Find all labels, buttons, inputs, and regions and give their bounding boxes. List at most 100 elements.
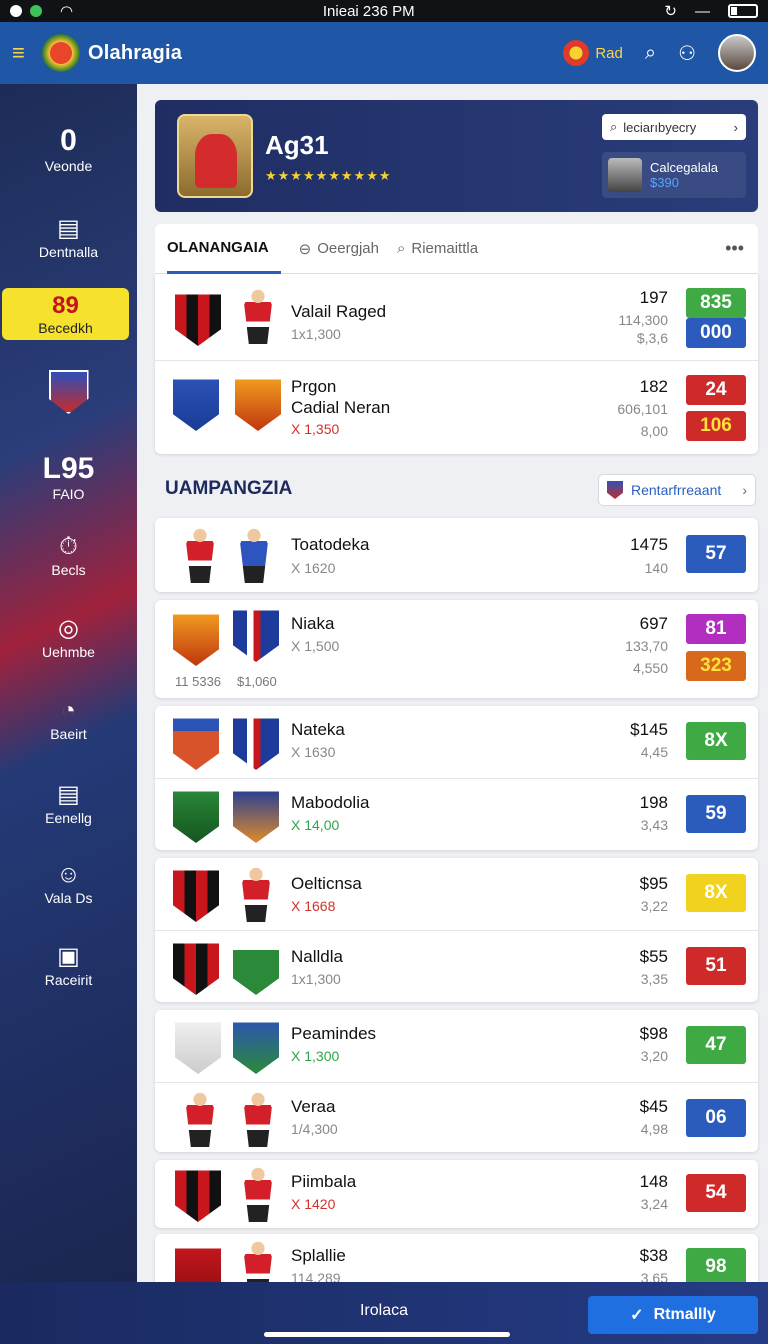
odds-badge[interactable]: 47 [686,1026,746,1064]
table-row[interactable]: 11 5336 $1,060 Niaka X 1,500 697 133,70 … [155,600,758,698]
table-row[interactable]: Nateka X 1630 $145 4,45 8X [155,706,758,778]
match-value: 197 [639,288,668,307]
bet-slip-button[interactable]: ✓ Rtmallly [588,1296,758,1334]
table-row[interactable]: Splallie 114,289 $38 3,65 98 [155,1234,758,1282]
odds-badge[interactable]: 51 [686,947,746,985]
match-sub: 114,289 [291,1270,341,1282]
sidebar-label: Veonde [44,158,93,174]
more-icon[interactable]: ••• [725,238,744,259]
odds-badge[interactable]: 835 [686,288,746,318]
match-value: $45 [639,1097,668,1116]
sidebar-item-dentnalla[interactable]: ▤ Dentnalla [0,214,137,260]
table-row[interactable]: Veraa 1/4,300 $45 4,98 06 [155,1082,758,1152]
avatar[interactable] [718,34,756,72]
tab-olanangaia[interactable]: OLANANGAIA [167,224,281,274]
odds-badge[interactable]: 8X [686,722,746,760]
match-value-3: 8,00 [640,423,668,439]
table-row[interactable]: Oelticnsa X 1668 $95 3,22 8X [155,858,758,930]
users-icon[interactable]: ⚇ [678,41,696,66]
profile-value: $390 [650,175,679,190]
hero-banner: Ag31 ★★★★★★★★★★ ⌕ leciarıbyecry › Calceg… [155,100,758,212]
match-value-3: 4,550 [632,660,668,676]
search-icon[interactable]: ⌕ [645,42,656,65]
rad-button[interactable]: Rad [563,40,623,66]
match-sub: X 14,00 [291,817,340,833]
odds-badge[interactable]: 8X [686,874,746,912]
app-logo [42,34,80,72]
sidebar-item-baeirt[interactable]: ◔ Baeirt [0,696,137,742]
match-value-2: 3,43 [640,817,668,833]
table-row[interactable]: Mabodolia X 14,00 198 3,43 59 [155,778,758,850]
match-value: 182 [639,377,668,396]
shield-icon [607,481,623,499]
sidebar-item-faio[interactable]: L95 FAIO [0,452,137,502]
sidebar-item-uehmbe[interactable]: ◎ Uehmbe [0,614,137,660]
top-matches-card: Valail Raged 1x1,300 197 114,300 $,3,6 8… [155,274,758,454]
stopwatch-icon: ⏱ [59,533,78,560]
table-row[interactable]: Toatodeka X 1620 1475 140 57 [155,518,758,592]
section-filter-button[interactable]: Rentarfrreaant › [598,474,756,506]
sidebar-label: Baeirt [50,726,87,742]
table-row[interactable]: Valail Raged 1x1,300 197 114,300 $,3,6 8… [155,274,758,360]
sidebar-item-becls[interactable]: ⏱ Becls [0,532,137,578]
home-indicator[interactable] [264,1332,510,1337]
match-value-2: 3,20 [640,1048,668,1064]
sidebar-item-vala-ds[interactable]: ☺ Vala Ds [0,860,137,906]
club-crest-icon [233,1022,279,1074]
hero-search-input[interactable]: ⌕ leciarıbyecry › [602,114,746,140]
sidebar-item-raceirit[interactable]: ▣ Raceirit [0,942,137,988]
player-icon [244,288,272,344]
sidebar-item-veonde[interactable]: 0 Veonde [0,124,137,174]
app-bar: ≡ Olahragia Rad ⌕ ⚇ [0,22,768,84]
odds-badge[interactable]: 323 [686,651,746,681]
match-name: Veraa [291,1097,336,1116]
club-crest-icon [175,294,221,346]
hero-profile-card[interactable]: Calcegalala $390 [602,152,746,198]
table-row[interactable]: Prgon Cadial Neran X 1,350 182 606,101 8… [155,360,758,452]
match-name: Mabodolia [291,793,370,812]
tab-riemaittla[interactable]: ⌕ Riemaittla [397,224,478,274]
odds-badge[interactable]: 24 [686,375,746,405]
match-card: 11 5336 $1,060 Niaka X 1,500 697 133,70 … [155,600,758,698]
table-row[interactable]: Piimbala X 1420 148 3,24 54 [155,1160,758,1228]
match-value: $145 [630,720,668,739]
extra-stat-2: $1,060 [237,674,277,689]
table-row[interactable]: Peamindes X 1,300 $98 3,20 47 [155,1010,758,1082]
menu-icon[interactable]: ≡ [12,40,42,66]
match-card: Toatodeka X 1620 1475 140 57 [155,518,758,592]
status-time: Inieai 236 PM [322,2,415,20]
odds-badge[interactable]: 000 [686,318,746,348]
hero-name: Ag31 [265,130,329,160]
sidebar-item-club[interactable] [0,370,137,414]
match-sub: X 1,300 [291,1048,340,1064]
match-value: 697 [639,614,668,633]
odds-badge[interactable]: 98 [686,1248,746,1282]
player-icon [244,1091,272,1147]
odds-badge[interactable]: 106 [686,411,746,441]
sidebar-label: FAIO [52,486,85,502]
odds-badge[interactable]: 81 [686,614,746,644]
odds-badge[interactable]: 54 [686,1174,746,1212]
match-sub: X 1420 [291,1196,336,1212]
club-crest-icon [173,870,219,922]
extra-stat: 11 5336 [175,674,222,689]
match-sub: X 1620 [291,560,336,576]
chevron-right-icon: › [733,119,738,135]
sidebar-label: Dentnalla [38,244,99,260]
app-title: Olahragia [88,41,183,64]
match-card: Oelticnsa X 1668 $95 3,22 8X Nalldla 1x1… [155,858,758,1002]
match-name: Prgon [291,377,337,396]
match-value: 198 [639,793,668,812]
tab-oeergjah[interactable]: ⊖ Oeergjah [299,224,379,274]
table-row[interactable]: Nalldla 1x1,300 $55 3,35 51 [155,930,758,1002]
match-sub: 1/4,300 [291,1121,338,1137]
match-value-2: 3,22 [640,898,668,914]
odds-badge[interactable]: 59 [686,795,746,833]
section-button-label: Rentarfrreaant [631,482,722,498]
sidebar-item-becedkh[interactable]: 89 Becedkh [2,288,129,340]
sidebar-item-eenellg[interactable]: ▤ Eenellg [0,780,137,826]
odds-badge[interactable]: 57 [686,535,746,573]
club-crest-icon [175,1170,221,1222]
odds-badge[interactable]: 06 [686,1099,746,1137]
club-crest-icon [173,614,219,666]
